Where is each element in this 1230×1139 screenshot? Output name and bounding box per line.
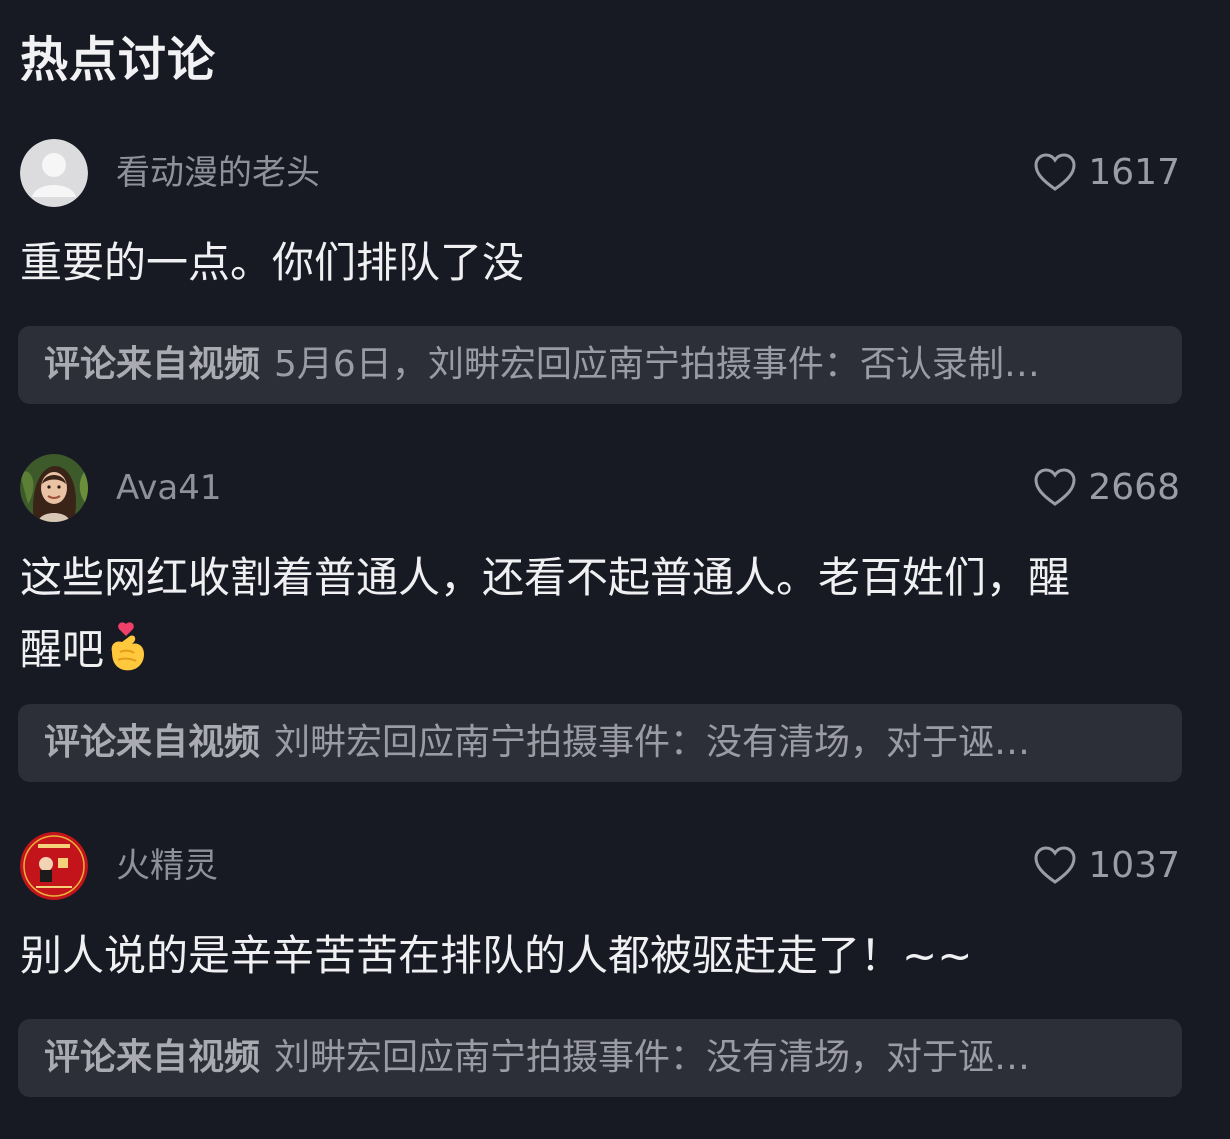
comment-text-line: 这些网红收割着普通人，还看不起普通人。老百姓们，醒 [20,553,1071,602]
source-video-title: 5月6日，刘畊宏回应南宁拍摄事件：否认录制… [274,344,1040,385]
comment-text: 这些网红收割着普通人，还看不起普通人。老百姓们，醒 醒吧 [20,542,1190,686]
source-label: 评论来自视频 [44,722,261,763]
comment-text-line: 醒吧 [20,614,1190,686]
source-label: 评论来自视频 [44,1037,261,1078]
like-count: 1617 [1088,152,1180,193]
comment-header: 看动漫的老头 1617 [20,139,1180,209]
avatar[interactable] [20,454,88,522]
comment-text-fragment: 醒吧 [20,625,105,674]
red-seal-avatar-icon [20,832,88,900]
like-count: 2668 [1088,467,1180,508]
source-video-title: 刘畊宏回应南宁拍摄事件：没有清场，对于诬… [274,1037,1031,1078]
comment-header: 火精灵 1037 [20,832,1180,902]
avatar[interactable] [20,139,88,207]
username[interactable]: Ava41 [116,468,222,508]
heart-icon [1034,153,1076,191]
like-button[interactable]: 1617 [1034,151,1180,195]
avatar[interactable] [20,832,88,900]
source-video-title: 刘畊宏回应南宁拍摄事件：没有清场，对于诬… [274,722,1031,763]
default-person-icon [20,139,88,207]
heart-icon [1034,468,1076,506]
like-count: 1037 [1088,845,1180,886]
username[interactable]: 看动漫的老头 [116,153,320,193]
section-title: 热点讨论 [20,32,217,88]
video-source-card[interactable]: 评论来自视频 刘畊宏回应南宁拍摄事件：没有清场，对于诬… [18,1019,1182,1097]
hot-discussion-page: 热点讨论 看动漫的老头 1617 重要的一点。你们排队了没 评论来自视频 5月6日… [0,0,1230,1139]
video-source-card[interactable]: 评论来自视频 刘畊宏回应南宁拍摄事件：没有清场，对于诬… [18,704,1182,782]
heart-icon [1034,846,1076,884]
source-label: 评论来自视频 [44,344,261,385]
comment-text: 重要的一点。你们排队了没 [20,238,525,287]
comment-text: 别人说的是辛辛苦苦在排队的人都被驱赶走了！~~ [20,931,973,980]
finger-heart-emoji-icon [104,622,150,674]
video-source-card[interactable]: 评论来自视频 5月6日，刘畊宏回应南宁拍摄事件：否认录制… [18,326,1182,404]
portrait-avatar-icon [20,454,88,522]
comment-header: Ava41 2668 [20,454,1180,524]
like-button[interactable]: 2668 [1034,466,1180,510]
username[interactable]: 火精灵 [116,846,218,886]
like-button[interactable]: 1037 [1034,844,1180,888]
